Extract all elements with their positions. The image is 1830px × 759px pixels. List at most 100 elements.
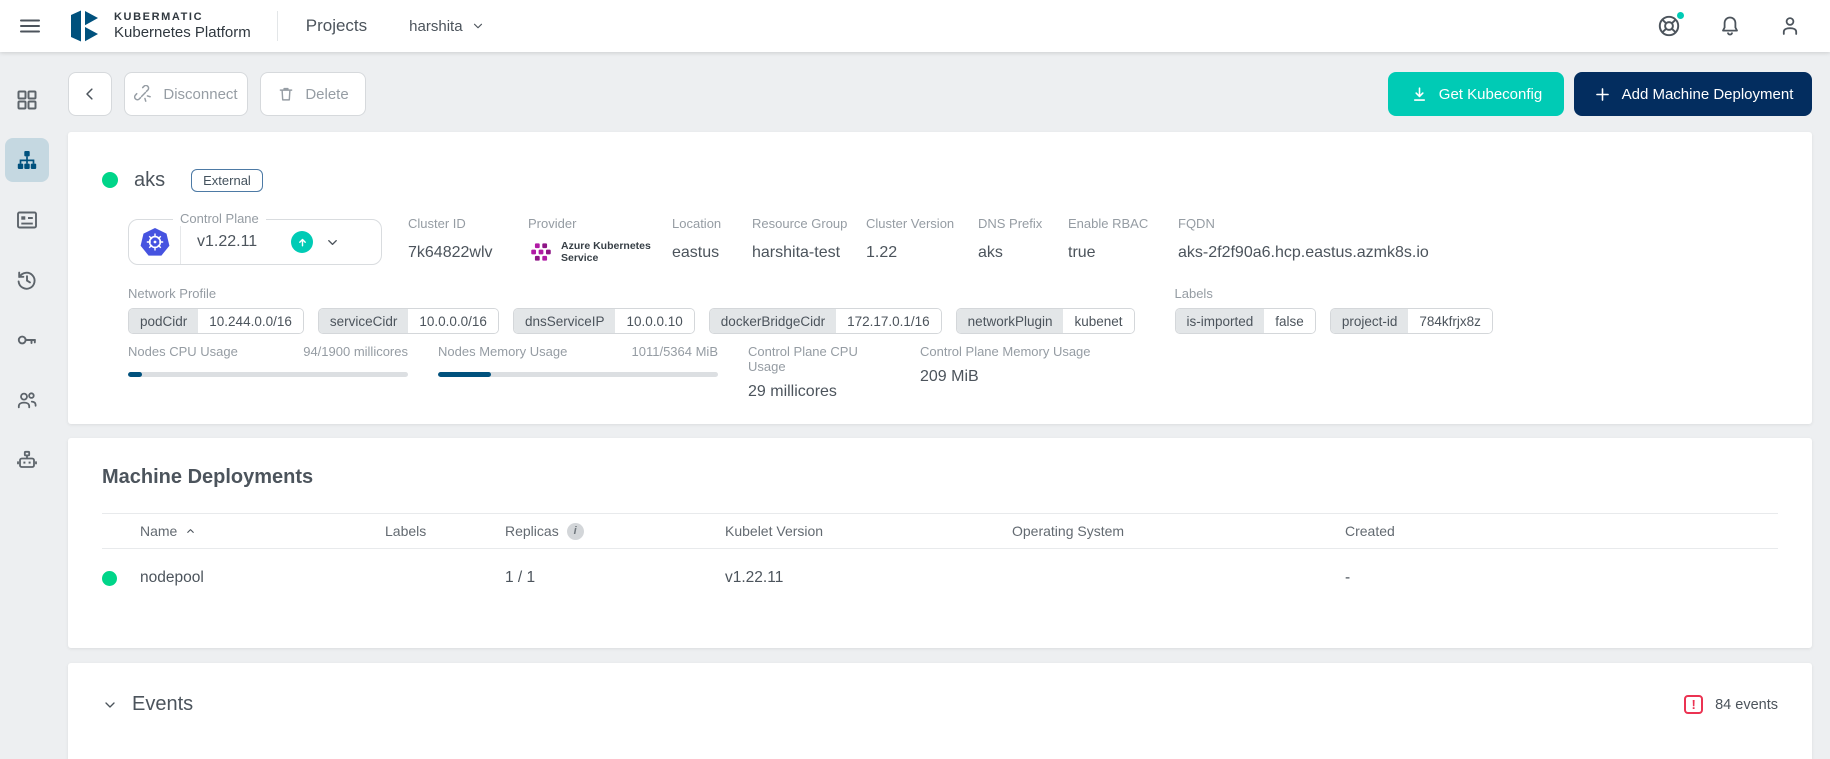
kubelet-version-column-header[interactable]: Kubelet Version [725,523,1012,539]
cluster-details-card: aks External Control Plane v1.22.11 [68,132,1812,424]
metric-value: 209 MiB [920,368,1091,386]
cluster-version-value: 1.22 [866,244,978,262]
project-selector[interactable]: harshita [409,18,484,35]
menu-icon[interactable] [18,13,44,39]
sidebar-item-ssh-keys[interactable] [5,318,49,362]
back-button[interactable] [68,72,112,116]
key-icon [15,328,39,352]
info-icon[interactable]: i [567,523,584,540]
sort-ascending-icon [185,526,196,537]
metric-value: 1011/5364 MiB [632,344,719,359]
kubermatic-logo-icon[interactable] [66,8,104,44]
provider-name-line2: Service [561,252,598,264]
upgrade-available-icon[interactable] [291,231,313,253]
delete-label: Delete [305,86,348,103]
robot-icon [15,448,39,472]
chip-key: networkPlugin [957,309,1064,333]
chip-key: is-imported [1176,309,1265,333]
metric-value: 29 millicores [748,383,890,401]
resource-group-value: harshita-test [752,244,866,262]
sidebar-item-service-accounts[interactable] [5,438,49,482]
chip-value: kubenet [1063,309,1133,333]
events-collapse-chevron-icon[interactable] [102,697,118,713]
brand-text: KUBERMATIC Kubernetes Platform [114,11,251,41]
sidebar-item-clusters[interactable] [5,138,49,182]
chip-dockerbridgecidr: dockerBridgeCidr 172.17.0.1/16 [709,308,942,334]
metric-label: Control Plane CPU Usage [748,344,890,374]
events-count: 84 events [1715,697,1778,713]
chip-is-imported: is-imported false [1175,308,1316,334]
cluster-version-field: Cluster Version 1.22 [866,216,978,262]
progress-track [128,372,408,377]
created-column-header[interactable]: Created [1345,523,1778,539]
row-name-cell: nodepool [140,569,385,587]
external-badge: External [191,169,263,192]
operating-system-column-header[interactable]: Operating System [1012,523,1345,539]
add-machine-deployment-button[interactable]: Add Machine Deployment [1574,72,1812,116]
sidebar-item-overview[interactable] [5,78,49,122]
chip-key: podCidr [129,309,198,333]
grid-icon [15,88,39,112]
chip-key: serviceCidr [319,309,409,333]
enable-rbac-label: Enable RBAC [1068,216,1178,231]
location-value: eastus [672,244,752,262]
sidebar-item-cluster-templates[interactable] [5,198,49,242]
get-kubeconfig-button[interactable]: Get Kubeconfig [1388,72,1564,116]
cluster-name: aks [134,169,165,192]
bell-icon[interactable] [1718,14,1742,38]
resource-group-field: Resource Group harshita-test [752,216,866,262]
name-column-header[interactable]: Name [140,523,385,539]
enable-rbac-value: true [1068,244,1178,262]
header-divider [277,11,278,41]
cluster-id-label: Cluster ID [408,216,528,231]
brand-product: Kubernetes Platform [114,24,251,41]
dns-prefix-field: DNS Prefix aks [978,216,1068,262]
history-icon [15,268,39,292]
chevron-down-icon[interactable] [325,235,340,250]
labels-group: Labels is-imported false project-id 784k… [1175,286,1493,334]
disconnect-button[interactable]: Disconnect [124,72,248,116]
replicas-column-header[interactable]: Replicas i [505,523,725,540]
notification-dot [1675,10,1686,21]
link-off-icon [134,85,153,104]
chip-value: 10.0.0.10 [615,309,693,333]
kubernetes-icon [129,220,181,264]
column-label: Labels [385,523,426,539]
metric-value: 94/1900 millicores [303,344,408,359]
brand-name: KUBERMATIC [114,11,251,23]
chip-podcidr: podCidr 10.244.0.0/16 [128,308,304,334]
control-plane-label: Control Plane [173,211,266,226]
chip-servicecidr: serviceCidr 10.0.0.0/16 [318,308,499,334]
nav-projects-link[interactable]: Projects [306,16,367,36]
dns-prefix-label: DNS Prefix [978,216,1068,231]
chevron-left-icon [81,85,99,103]
events-alert-icon: ! [1684,695,1703,714]
sidebar-item-members[interactable] [5,378,49,422]
column-label: Kubelet Version [725,523,823,539]
cluster-id-field: Cluster ID 7k64822wlv [408,216,528,262]
chip-dnsserviceip: dnsServiceIP 10.0.0.10 [513,308,695,334]
machine-deployments-title: Machine Deployments [102,466,1778,489]
cluster-toolbar: Disconnect Delete Get Kubeconfig Add Mac… [68,72,1812,116]
row-status-cell [102,571,140,586]
row-kubelet-version-cell: v1.22.11 [725,569,1012,587]
chip-value: 10.244.0.0/16 [198,309,303,333]
control-plane-memory-metric: Control Plane Memory Usage 209 MiB [920,344,1091,390]
aks-provider-icon [528,239,554,265]
user-icon[interactable] [1778,14,1802,38]
help-icon[interactable] [1656,13,1682,39]
sidebar-item-snapshots[interactable] [5,258,49,302]
delete-button[interactable]: Delete [260,72,366,116]
events-card: Events ! 84 events [68,663,1812,759]
provider-name-line1: Azure Kubernetes [561,240,651,252]
chip-key: dockerBridgeCidr [710,309,836,333]
table-row[interactable]: nodepool 1 / 1 v1.22.11 - [102,549,1778,607]
labels-column-header[interactable]: Labels [385,523,505,539]
provider-field: Provider Azure Kubernetes [528,216,672,265]
fqdn-value: aks-2f2f90a6.hcp.eastus.azmk8s.io [1178,244,1778,262]
metric-label: Control Plane Memory Usage [920,344,1091,359]
control-plane-version-selector[interactable]: Control Plane v1.22.11 [128,219,382,265]
chip-project-id: project-id 784kfrjx8z [1330,308,1493,334]
enable-rbac-field: Enable RBAC true [1068,216,1178,262]
row-replicas-cell: 1 / 1 [505,569,725,587]
